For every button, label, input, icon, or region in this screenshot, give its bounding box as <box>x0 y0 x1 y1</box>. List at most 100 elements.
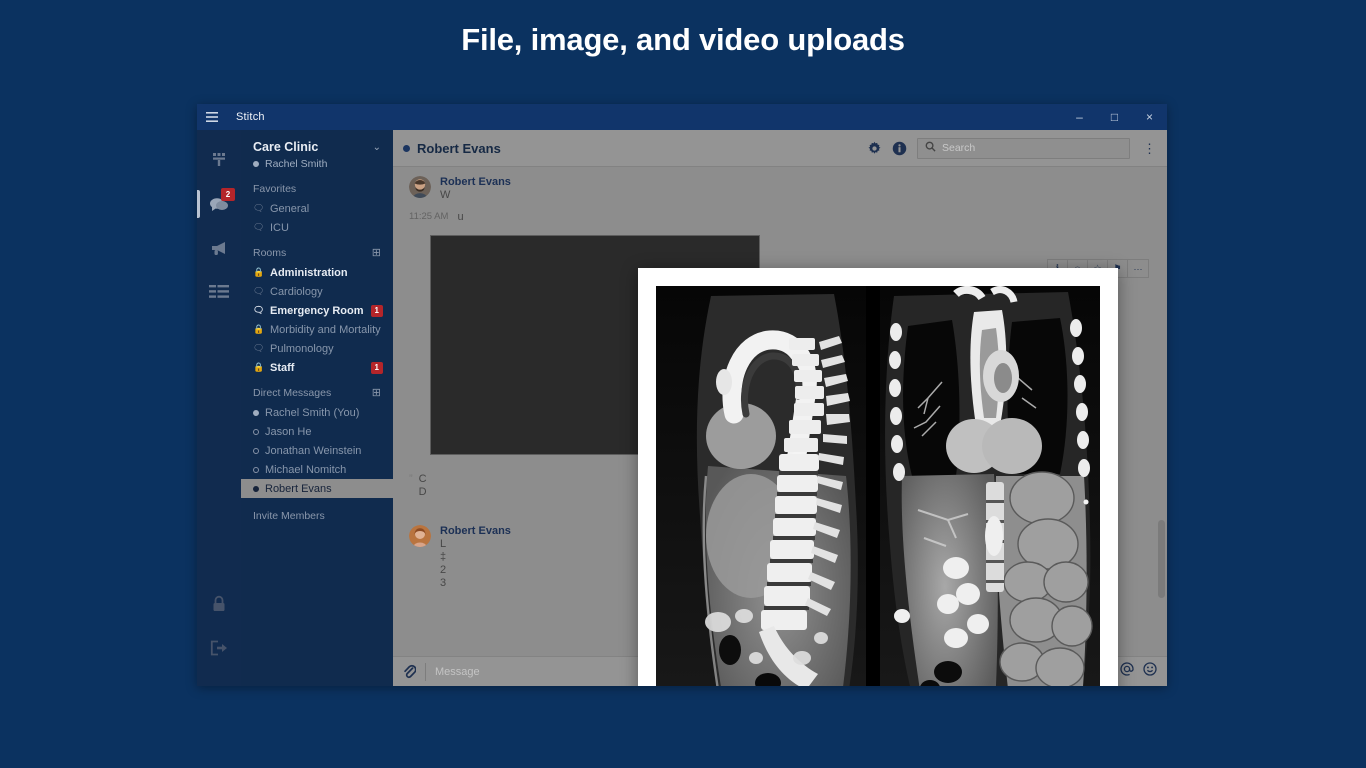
presence-dot-online <box>253 486 259 492</box>
sidebar-item-cardiology[interactable]: 🗨 Cardiology <box>241 282 393 301</box>
sidebar-item-morbidity-and-mortality[interactable]: 🔒 Morbidity and Mortality <box>241 320 393 339</box>
message-text: W <box>440 189 511 201</box>
add-room-icon[interactable]: ⊞ <box>372 246 381 259</box>
current-user-name: Rachel Smith <box>265 158 327 170</box>
sidebar: Care Clinic ⌄ Rachel Smith Favorites 🗨 G… <box>241 130 393 686</box>
presence-dot-online <box>403 145 410 152</box>
sidebar-item-icu[interactable]: 🗨 ICU <box>241 218 393 237</box>
sidebar-item-label: Emergency Room <box>270 305 365 317</box>
search-placeholder: Search <box>942 142 975 154</box>
message-timestamp: 11:25 AM <box>409 211 448 223</box>
icon-rail: 2 <box>197 130 241 686</box>
search-input[interactable]: Search <box>917 138 1130 159</box>
sidebar-item-general[interactable]: 🗨 General <box>241 199 393 218</box>
emoji-icon[interactable] <box>1143 662 1157 681</box>
search-icon <box>925 139 936 157</box>
home-icon[interactable] <box>197 138 241 182</box>
sidebar-item-label: ICU <box>270 222 383 234</box>
message-timestamp-row: 11:25 AM u <box>393 211 480 223</box>
close-button[interactable]: × <box>1132 104 1167 130</box>
message-item[interactable]: Robert Evans L ‡ 2 3 <box>393 525 527 589</box>
sidebar-item-rachel-smith[interactable]: Rachel Smith (You) <box>241 403 393 422</box>
presence-dot <box>253 161 259 167</box>
lock-icon: 🔒 <box>253 268 264 277</box>
logout-icon[interactable] <box>197 626 241 670</box>
quote-icon: ” <box>409 473 413 498</box>
lock-icon: 🔒 <box>253 325 264 334</box>
presence-dot-offline <box>253 467 259 473</box>
gear-icon[interactable] <box>867 141 882 156</box>
mention-icon[interactable] <box>1120 662 1134 681</box>
sidebar-item-label: Staff <box>270 362 365 374</box>
message-body: C D <box>419 473 427 498</box>
app-title: Stitch <box>236 111 265 123</box>
favorites-label: Favorites <box>253 183 296 195</box>
avatar <box>409 176 431 198</box>
sidebar-item-emergency-room[interactable]: 🗨 Emergency Room 1 <box>241 301 393 320</box>
sidebar-item-pulmonology[interactable]: 🗨 Pulmonology <box>241 339 393 358</box>
maximize-button[interactable]: □ <box>1097 104 1132 130</box>
sidebar-item-label: General <box>270 203 383 215</box>
chat-icon[interactable]: 2 <box>197 182 241 226</box>
lock-icon[interactable] <box>197 582 241 626</box>
sidebar-item-label: Michael Nomitch <box>265 464 383 476</box>
paperclip-icon[interactable] <box>402 664 416 679</box>
sidebar-item-michael-nomitch[interactable]: Michael Nomitch <box>241 460 393 479</box>
workspace-name: Care Clinic <box>253 140 318 154</box>
chevron-down-icon[interactable]: ⌄ <box>373 142 381 153</box>
app-window: Stitch – □ × 2 <box>197 104 1167 686</box>
channel-icon: 🗨 <box>253 223 264 232</box>
sidebar-item-label: Jason He <box>265 426 383 438</box>
info-icon[interactable] <box>892 141 907 156</box>
direct-messages-section-header: Direct Messages ⊞ <box>241 377 393 403</box>
chat-header-actions: Search ⋮ <box>867 138 1159 159</box>
message-item[interactable]: Robert Evans W <box>393 176 527 201</box>
message-body: Robert Evans L ‡ 2 3 <box>440 525 511 589</box>
channel-icon: 🗨 <box>253 306 264 315</box>
channel-icon: 🗨 <box>253 344 264 353</box>
composer-divider <box>425 663 426 681</box>
channel-icon: 🗨 <box>253 287 264 296</box>
channel-icon: 🗨 <box>253 204 264 213</box>
list-icon[interactable] <box>197 270 241 314</box>
message-line: L <box>440 538 511 550</box>
rooms-section-header: Rooms ⊞ <box>241 237 393 263</box>
unread-badge: 1 <box>371 362 383 374</box>
sidebar-item-label: Pulmonology <box>270 343 383 355</box>
rooms-label: Rooms <box>253 247 286 259</box>
favorites-section-header: Favorites <box>241 174 393 199</box>
composer-actions <box>1120 662 1157 681</box>
workspace-header[interactable]: Care Clinic ⌄ Rachel Smith <box>241 130 393 174</box>
message-line: ‡ <box>440 551 511 563</box>
chat-more-options-icon[interactable]: ⋮ <box>1140 142 1159 155</box>
message-scrollbar-thumb[interactable] <box>1158 520 1165 598</box>
page-title: Robert Evans <box>417 141 501 156</box>
hamburger-icon[interactable] <box>197 104 227 130</box>
message-author: Robert Evans <box>440 525 511 537</box>
message-author: Robert Evans <box>440 176 511 188</box>
unread-badge: 1 <box>371 305 383 317</box>
megaphone-icon[interactable] <box>197 226 241 270</box>
message-body: Robert Evans W <box>440 176 511 201</box>
message-item[interactable]: ” C D <box>393 473 443 498</box>
sidebar-item-label: Morbidity and Mortality <box>270 324 383 336</box>
current-user[interactable]: Rachel Smith <box>253 158 381 170</box>
sidebar-item-jonathan-weinstein[interactable]: Jonathan Weinstein <box>241 441 393 460</box>
window-controls: – □ × <box>1062 104 1167 130</box>
minimize-button[interactable]: – <box>1062 104 1097 130</box>
sidebar-item-administration[interactable]: 🔒 Administration <box>241 263 393 282</box>
more-actions-icon[interactable]: ··· <box>1128 260 1148 277</box>
presence-dot-offline <box>253 429 259 435</box>
sidebar-item-jason-he[interactable]: Jason He <box>241 422 393 441</box>
sidebar-item-robert-evans[interactable]: Robert Evans <box>241 479 393 498</box>
ct-scan-image <box>656 286 1100 686</box>
add-direct-message-icon[interactable]: ⊞ <box>372 386 381 399</box>
message-line: 2 <box>440 564 511 576</box>
image-lightbox[interactable] <box>638 268 1118 686</box>
invite-members-link[interactable]: Invite Members <box>241 498 393 526</box>
direct-messages-label: Direct Messages <box>253 387 331 399</box>
message-line: C <box>419 473 427 485</box>
sidebar-item-staff[interactable]: 🔒 Staff 1 <box>241 358 393 377</box>
sidebar-item-label: Administration <box>270 267 383 279</box>
lock-icon: 🔒 <box>253 363 264 372</box>
